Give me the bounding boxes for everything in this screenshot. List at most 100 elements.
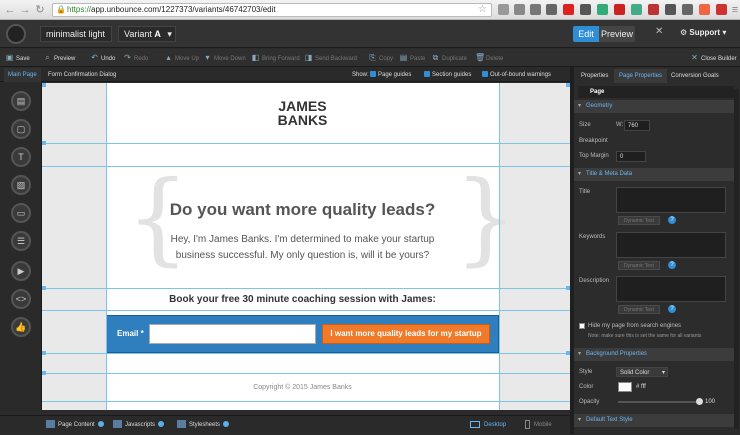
move-down-button[interactable]: ▾ Move Down [203, 49, 245, 67]
opacity-value[interactable]: 100 [705, 399, 715, 405]
keywords-textarea[interactable] [616, 232, 726, 258]
close-icon[interactable]: ✕ [655, 26, 663, 37]
support-menu[interactable]: ⚙ Support ▾ [680, 24, 736, 42]
tab-properties[interactable]: Properties [576, 69, 613, 83]
page-content-button[interactable]: Page Content [46, 416, 104, 435]
extension-icon[interactable] [699, 4, 710, 15]
section-handle[interactable] [42, 371, 46, 375]
extension-icon[interactable] [648, 4, 659, 15]
tab-conversion-goals[interactable]: Conversion Goals [666, 69, 724, 83]
forward-icon[interactable]: → [18, 3, 32, 17]
title-meta-section-header[interactable]: Title & Meta Data [574, 168, 734, 181]
preview-toggle-button[interactable]: Preview [599, 26, 635, 42]
section-tool-icon[interactable]: ▤ [11, 91, 31, 111]
video-tool-icon[interactable]: ▶ [11, 261, 31, 281]
extension-icon[interactable] [530, 4, 541, 15]
section-handle[interactable] [42, 141, 46, 145]
copy-button[interactable]: ⎘ Copy [368, 49, 393, 67]
panel-scrollbar[interactable] [734, 89, 739, 429]
section-handle[interactable] [42, 286, 46, 290]
checkbox-checked[interactable] [424, 71, 430, 78]
page-guides-toggle[interactable]: Page guides [362, 68, 415, 82]
dynamic-text-button[interactable]: Dynamic Text [618, 261, 660, 270]
extension-icon[interactable] [514, 4, 525, 15]
brand-name[interactable]: JAMES BANKS [106, 99, 499, 127]
page-name-field[interactable]: minimalist light [40, 26, 112, 42]
hide-search-checkbox[interactable] [579, 323, 585, 329]
title-textarea[interactable] [616, 187, 726, 213]
copyright-text[interactable]: Copyright © 2015 James Banks [106, 384, 499, 391]
geometry-section-header[interactable]: Geometry [574, 100, 734, 113]
button-tool-icon[interactable]: ▭ [11, 203, 31, 223]
help-icon[interactable]: ? [668, 261, 676, 269]
adblock-icon[interactable] [563, 4, 574, 15]
send-backward-button[interactable]: ◨ Send Backward [304, 49, 357, 67]
help-icon[interactable]: ? [668, 216, 676, 224]
variant-selector[interactable]: Variant A ▾ [118, 26, 176, 42]
extension-icon[interactable] [597, 4, 608, 15]
section-guides-toggle[interactable]: Section guides [416, 68, 475, 82]
dynamic-text-button[interactable]: Dynamic Text [618, 305, 660, 314]
opacity-slider[interactable] [618, 401, 700, 403]
background-section-header[interactable]: Background Properties [574, 348, 734, 361]
default-text-style-section-header[interactable]: Default Text Style [574, 414, 734, 427]
tab-main-page[interactable]: Main Page [4, 68, 41, 82]
image-tool-icon[interactable]: ▨ [11, 175, 31, 195]
delete-button[interactable]: 🗑Delete [475, 49, 503, 67]
reload-icon[interactable]: ↻ [33, 3, 47, 17]
help-icon[interactable]: ? [668, 305, 676, 313]
section-handle[interactable] [42, 83, 46, 87]
text-tool-icon[interactable]: T [11, 147, 31, 167]
tab-page-properties[interactable]: Page Properties [614, 69, 668, 83]
opacity-slider-handle[interactable] [696, 398, 703, 405]
page-headline[interactable]: Do you want more quality leads? [106, 200, 499, 220]
info-icon[interactable] [546, 4, 557, 15]
extension-icon[interactable] [665, 4, 676, 15]
dynamic-text-button[interactable]: Dynamic Text [618, 216, 660, 225]
page-subtext[interactable]: Hey, I'm James Banks. I'm determined to … [164, 232, 441, 264]
unbounce-logo[interactable] [6, 24, 26, 44]
description-textarea[interactable] [616, 276, 726, 302]
extension-icon[interactable] [631, 4, 642, 15]
stylesheets-button[interactable]: Stylesheets [177, 416, 230, 435]
bring-forward-button[interactable]: ◧ Bring Forward [251, 49, 300, 67]
pinterest-icon[interactable] [614, 4, 625, 15]
save-button[interactable]: ▣ Save [5, 49, 30, 67]
form-tool-icon[interactable]: ☰ [11, 231, 31, 251]
menu-icon[interactable]: ≡ [728, 3, 740, 17]
social-tool-icon[interactable]: 👍 [11, 317, 31, 337]
redo-button[interactable]: ↷ Redo [123, 49, 148, 67]
desktop-view-button[interactable]: Desktop [470, 416, 506, 435]
javascripts-button[interactable]: Javascripts [113, 416, 165, 435]
tab-form-confirmation[interactable]: Form Confirmation Dialog [44, 68, 120, 82]
lead-form[interactable]: Email * I want more quality leads for my… [106, 315, 499, 353]
editor-canvas[interactable]: { } JAMES BANKS Do you want more quality… [42, 83, 570, 410]
color-swatch[interactable] [618, 382, 632, 392]
section-handle[interactable] [42, 351, 46, 355]
out-of-bound-toggle[interactable]: Out-of-bound warnings [474, 68, 555, 82]
close-builder-button[interactable]: ✕ Close Builder [690, 49, 737, 67]
width-input[interactable]: 760 [624, 120, 650, 131]
booking-line[interactable]: Book your free 30 minute coaching sessio… [106, 294, 499, 305]
color-value[interactable]: # fff [636, 384, 646, 390]
extension-icon[interactable] [682, 4, 693, 15]
extension-icon[interactable] [580, 4, 591, 15]
preview-button[interactable]: ⌕ Preview [43, 49, 75, 67]
mobile-view-button[interactable]: Mobile [525, 416, 552, 435]
style-select[interactable]: Solid Color ▾ [616, 367, 668, 377]
checkbox-checked[interactable] [482, 71, 488, 78]
undo-button[interactable]: ↶ Undo [90, 49, 115, 67]
checkbox-checked[interactable] [370, 71, 376, 78]
email-field[interactable] [149, 324, 316, 344]
edit-button[interactable]: Edit [573, 26, 599, 42]
top-margin-input[interactable]: 0 [616, 151, 646, 162]
extension-icon[interactable] [716, 4, 727, 15]
code-tool-icon[interactable]: <> [11, 289, 31, 309]
back-icon[interactable]: ← [3, 3, 17, 17]
extension-icon[interactable] [498, 4, 509, 15]
cta-button[interactable]: I want more quality leads for my startup [322, 324, 490, 344]
move-up-button[interactable]: ▴ Move Up [164, 49, 199, 67]
duplicate-button[interactable]: ⧉ Duplicate [431, 49, 467, 67]
box-tool-icon[interactable]: ▢ [11, 119, 31, 139]
paste-button[interactable]: ▤ Paste [399, 49, 426, 67]
